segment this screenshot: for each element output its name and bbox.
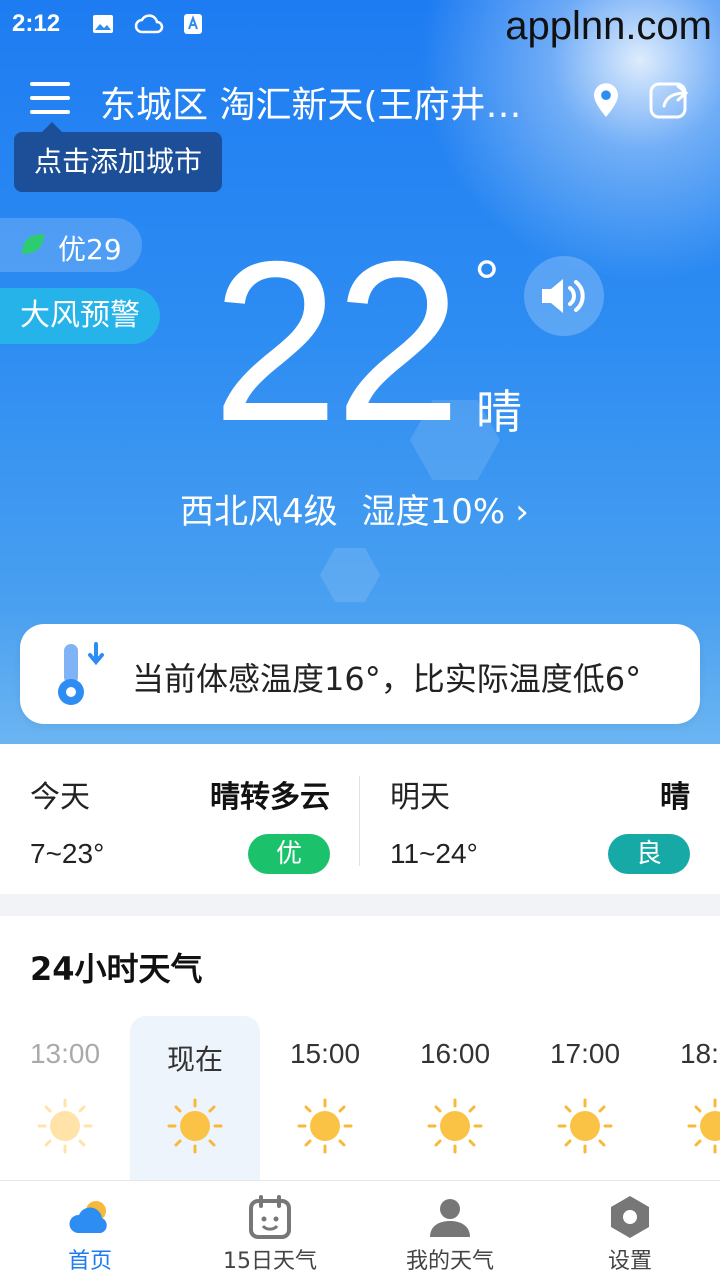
tab-settings[interactable]: 设置 — [540, 1181, 720, 1280]
day-name: 明天 — [390, 780, 450, 815]
status-time: 2:12 — [12, 10, 61, 37]
cloud-icon — [134, 14, 164, 34]
hour-time: 现在 — [166, 1044, 223, 1075]
sun-icon — [687, 1098, 720, 1154]
wind-humidity-row[interactable]: 西北风4级 湿度10% › — [180, 484, 553, 533]
chevron-right-icon: › — [515, 492, 529, 532]
add-city-tooltip[interactable]: 点击添加城市 — [14, 122, 223, 192]
aqi-value: 优29 — [58, 233, 122, 266]
day-temp-range: 7~23° — [30, 838, 105, 869]
wind-info: 西北风4级 — [180, 492, 338, 532]
hourly-forecast[interactable]: 24小时天气 13:00 现在 15:00 16:00 17:00 18:00 — [0, 916, 720, 1180]
thermometer-icon — [58, 642, 104, 705]
day-temp-range: 11~24° — [390, 838, 478, 869]
tab-label: 首页 — [67, 1249, 112, 1274]
hour-item[interactable]: 现在 — [130, 1016, 260, 1180]
hour-item[interactable]: 15:00 — [260, 1016, 390, 1180]
today-summary[interactable]: 今天 晴转多云 7~23° 优 — [0, 744, 360, 894]
tab-15-day[interactable]: 15日天气 — [180, 1181, 360, 1280]
tab-label: 15日天气 — [223, 1249, 317, 1274]
weather-alert-chip[interactable]: 大风预警 — [0, 288, 160, 344]
divider — [359, 776, 360, 866]
hour-time: 15:00 — [289, 1038, 361, 1069]
user-icon — [430, 1199, 470, 1237]
sun-icon — [297, 1098, 353, 1154]
day-condition: 晴转多云 — [210, 780, 330, 815]
leaf-icon — [22, 234, 44, 254]
daily-summary: 今天 晴转多云 7~23° 优 明天 晴 11~24° 良 — [0, 744, 720, 894]
hour-time: 18:00 — [679, 1038, 720, 1069]
calendar-icon — [249, 1195, 291, 1239]
menu-button[interactable] — [30, 82, 70, 116]
image-icon — [93, 15, 113, 33]
feels-like-text: 当前体感温度16°，比实际温度低6° — [132, 660, 642, 698]
location-title[interactable]: 东城区 淘汇新天(王府井… — [100, 76, 560, 128]
day-condition: 晴 — [660, 780, 690, 815]
tomorrow-summary[interactable]: 明天 晴 11~24° 良 — [360, 744, 720, 894]
humidity-info: 湿度10% — [361, 492, 506, 532]
aqi-badge: 良 — [608, 834, 690, 874]
bottom-tab-bar: 首页 15日天气 我的天气 设置 — [0, 1180, 720, 1280]
decor-hexagon — [320, 548, 380, 602]
hourly-title: 24小时天气 — [30, 950, 203, 988]
app-notification-icon — [184, 14, 202, 34]
tab-label: 我的天气 — [405, 1249, 494, 1274]
current-temperature: 22 — [212, 215, 462, 469]
degree-symbol: ° — [474, 247, 500, 319]
feels-like-card[interactable]: 当前体感温度16°，比实际温度低6° — [20, 624, 700, 724]
hour-time: 17:00 — [549, 1038, 621, 1069]
day-name: 今天 — [30, 780, 90, 815]
tab-home[interactable]: 首页 — [0, 1181, 180, 1280]
hour-item[interactable]: 13:00 — [0, 1016, 130, 1180]
share-icon[interactable] — [648, 78, 692, 120]
sun-icon — [427, 1098, 483, 1154]
watermark: applnn.com — [505, 4, 712, 48]
sun-icon — [557, 1098, 613, 1154]
tab-my-weather[interactable]: 我的天气 — [360, 1181, 540, 1280]
location-pin-icon[interactable] — [590, 82, 622, 118]
speaker-icon — [542, 279, 585, 313]
voice-broadcast-button[interactable] — [524, 256, 604, 336]
hour-item[interactable]: 16:00 — [390, 1016, 520, 1180]
aqi-chip[interactable]: 优29 — [0, 218, 142, 272]
hour-time: 16:00 — [419, 1038, 491, 1069]
hour-time: 13:00 — [29, 1038, 101, 1069]
settings-icon — [611, 1196, 649, 1238]
sun-icon — [167, 1098, 223, 1154]
current-condition: 晴 — [476, 385, 522, 439]
hour-item[interactable]: 17:00 — [520, 1016, 650, 1180]
home-weather-icon — [69, 1201, 107, 1233]
sun-icon — [37, 1098, 93, 1154]
hour-item[interactable]: 18:00 — [650, 1016, 720, 1180]
aqi-badge: 优 — [248, 834, 330, 874]
tab-label: 设置 — [607, 1249, 652, 1274]
